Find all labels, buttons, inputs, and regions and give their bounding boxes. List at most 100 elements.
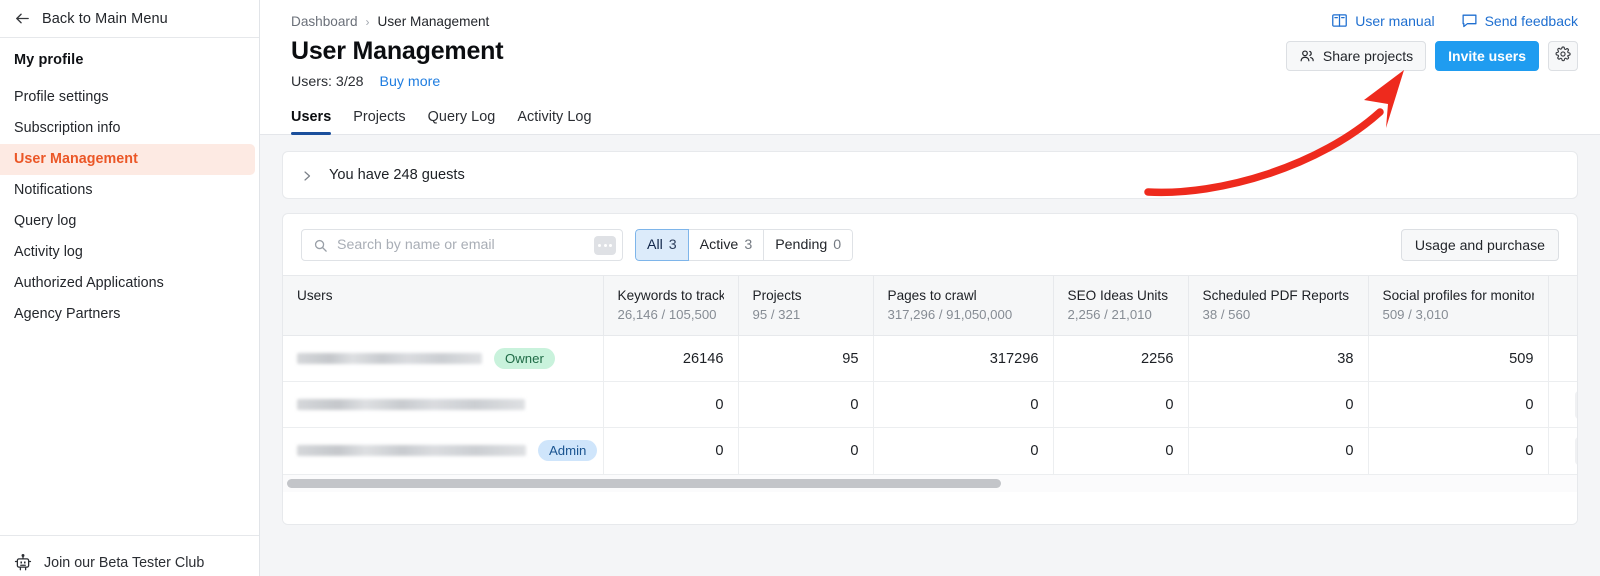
book-icon — [1331, 12, 1348, 29]
cell-pdf-reports: 0 — [1188, 381, 1369, 428]
filter-active[interactable]: Active 3 — [688, 229, 765, 261]
tab-projects[interactable]: Projects — [353, 109, 405, 134]
page-header: Dashboard › User Management User Managem… — [260, 0, 1600, 135]
col-header-social-profiles[interactable]: Social profiles for monitoring 509 / 3,0… — [1368, 275, 1549, 336]
users-icon — [1299, 48, 1315, 64]
row-actions — [1563, 436, 1577, 465]
sidebar-nav: My profile Profile settings Subscription… — [0, 38, 259, 535]
cell-user: Admin — [283, 427, 604, 474]
cell-projects: 95 — [738, 335, 874, 382]
users-table-card: All 3 Active 3 Pending 0 Usage — [282, 213, 1578, 525]
col-header-pages-name: Pages to crawl — [887, 288, 977, 303]
user-manual-link[interactable]: User manual — [1331, 12, 1435, 29]
search-input[interactable] — [337, 237, 585, 253]
filter-all-label: All — [647, 237, 663, 253]
buy-more-link[interactable]: Buy more — [380, 74, 441, 90]
col-header-pages[interactable]: Pages to crawl 317,296 / 91,050,000 — [873, 275, 1054, 336]
table-row[interactable]: Admin 0 0 0 0 0 0 — [283, 427, 1577, 474]
search-icon — [313, 238, 328, 253]
col-header-actions — [1548, 275, 1577, 336]
cell-user: Owner — [283, 335, 604, 382]
cell-seo-ideas: 0 — [1053, 381, 1189, 428]
col-header-users[interactable]: Users — [283, 275, 604, 336]
cell-actions — [1548, 335, 1577, 382]
invite-users-button[interactable]: Invite users — [1435, 41, 1539, 71]
users-table-body: Owner 26146 95 317296 2256 38 509 0 0 0 … — [283, 335, 1577, 474]
filter-pending[interactable]: Pending 0 — [764, 229, 854, 261]
beta-tester-club-link[interactable]: Join our Beta Tester Club — [0, 550, 259, 576]
usage-and-purchase-button[interactable]: Usage and purchase — [1400, 229, 1559, 261]
cell-pages: 317296 — [873, 335, 1054, 382]
cell-pages: 0 — [873, 381, 1054, 428]
cell-projects: 0 — [738, 381, 874, 428]
redacted-user-name — [297, 399, 525, 410]
cell-projects: 0 — [738, 427, 874, 474]
sidebar-item-authorized-applications[interactable]: Authorized Applications — [0, 268, 255, 299]
gear-icon — [1555, 45, 1571, 67]
table-footer — [283, 491, 1577, 524]
users-table-wrapper: Users Keywords to track 26,146 / 105,500… — [283, 275, 1577, 474]
user-identity — [297, 399, 589, 410]
edit-user-button[interactable] — [1574, 436, 1577, 465]
col-header-projects-sub: 95 / 321 — [752, 307, 801, 322]
col-header-pdf-reports-sub: 38 / 560 — [1202, 307, 1251, 322]
sidebar-item-notifications[interactable]: Notifications — [0, 175, 255, 206]
status-filter-group: All 3 Active 3 Pending 0 — [635, 229, 854, 261]
users-quota-row: Users: 3/28 Buy more — [291, 74, 1578, 90]
header-buttons: Share projects Invite users — [1285, 41, 1578, 71]
user-identity: Owner — [297, 348, 589, 369]
filter-active-label: Active — [699, 237, 739, 253]
sidebar-item-user-management[interactable]: User Management — [0, 144, 255, 175]
app-root: Back to Main Menu My profile Profile set… — [0, 0, 1600, 576]
tab-activity-log[interactable]: Activity Log — [517, 109, 591, 134]
col-header-pdf-reports[interactable]: Scheduled PDF Reports 38 / 560 — [1188, 275, 1369, 336]
breadcrumb-dashboard[interactable]: Dashboard — [291, 14, 358, 29]
chevron-right-icon — [301, 169, 313, 181]
filter-pending-label: Pending — [775, 237, 828, 253]
tabs: Users Projects Query Log Activity Log — [291, 109, 1578, 135]
col-header-projects-name: Projects — [752, 288, 802, 303]
col-header-seo-ideas[interactable]: SEO Ideas Units 2,256 / 21,010 — [1053, 275, 1189, 336]
table-row[interactable]: Owner 26146 95 317296 2256 38 509 — [283, 335, 1577, 382]
tab-users[interactable]: Users — [291, 109, 332, 135]
role-badge: Admin — [538, 440, 598, 462]
col-header-users-name: Users — [297, 288, 333, 303]
col-header-seo-ideas-sub: 2,256 / 21,010 — [1067, 307, 1152, 322]
col-header-projects[interactable]: Projects 95 / 321 — [738, 275, 874, 336]
back-to-main-menu[interactable]: Back to Main Menu — [0, 0, 259, 38]
scrollbar-thumb[interactable] — [287, 478, 1001, 488]
guests-expander[interactable]: You have 248 guests — [282, 151, 1578, 199]
table-row[interactable]: 0 0 0 0 0 0 — [283, 381, 1577, 428]
col-header-keywords-sub: 26,146 / 105,500 — [617, 307, 717, 322]
users-count: Users: 3/28 — [291, 74, 364, 90]
search-box[interactable] — [301, 229, 623, 261]
cell-seo-ideas: 2256 — [1053, 335, 1189, 382]
horizontal-scrollbar[interactable] — [283, 473, 1577, 492]
settings-gear-button[interactable] — [1548, 41, 1578, 71]
sidebar-item-query-log[interactable]: Query log — [0, 206, 255, 237]
sidebar-item-activity-log[interactable]: Activity log — [0, 237, 255, 268]
tab-query-log[interactable]: Query Log — [428, 109, 496, 134]
filter-all[interactable]: All 3 — [635, 229, 689, 261]
role-badge: Owner — [494, 348, 555, 369]
col-header-seo-ideas-name: SEO Ideas Units — [1067, 288, 1169, 303]
col-header-keywords[interactable]: Keywords to track 26,146 / 105,500 — [603, 275, 739, 336]
more-options-icon[interactable] — [594, 235, 616, 255]
sidebar-item-agency-partners[interactable]: Agency Partners — [0, 299, 255, 330]
cell-keywords: 0 — [603, 427, 739, 474]
redacted-user-name — [297, 445, 526, 457]
filter-active-count: 3 — [744, 237, 753, 253]
edit-user-button[interactable] — [1574, 390, 1577, 419]
sidebar-item-subscription-info[interactable]: Subscription info — [0, 113, 255, 144]
sidebar-item-profile-settings[interactable]: Profile settings — [0, 82, 255, 113]
cell-actions — [1548, 427, 1577, 474]
col-header-pages-sub: 317,296 / 91,050,000 — [887, 307, 1013, 322]
header-actions: User manual Send feedback Share projects… — [1285, 12, 1578, 71]
guests-label: You have 248 guests — [329, 167, 465, 183]
robot-icon — [14, 554, 32, 572]
filter-all-count: 3 — [668, 237, 677, 253]
send-feedback-link[interactable]: Send feedback — [1461, 12, 1578, 29]
speech-bubble-icon — [1461, 12, 1478, 29]
sidebar: Back to Main Menu My profile Profile set… — [0, 0, 260, 576]
share-projects-button[interactable]: Share projects — [1285, 41, 1427, 71]
